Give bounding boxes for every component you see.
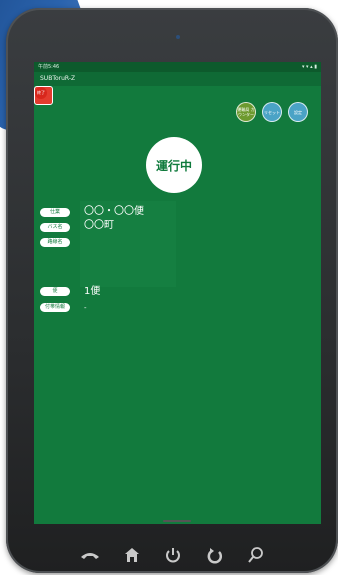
label-bus-name-text: バス名 xyxy=(47,224,63,230)
app-title-bar: SUBToruR-Z xyxy=(34,72,321,86)
status-bar-right: ▾ ▾ ▴ ▮ xyxy=(301,64,317,70)
end-button-inner: 終了 xyxy=(35,87,47,99)
label-route-name-text: 路線名 xyxy=(47,239,63,245)
status-bar-left: 午前5:46 xyxy=(38,64,60,70)
end-button-label: 終了 xyxy=(37,90,45,95)
value-extra: - xyxy=(84,304,87,312)
value-operation: 〇〇・〇〇便 xyxy=(84,206,144,217)
back-icon[interactable] xyxy=(203,545,227,565)
value-trip: 1便 xyxy=(84,286,101,297)
label-extra: 付帯情報 xyxy=(40,303,70,312)
contact-button-label: 運輸局 カウンター xyxy=(237,107,255,117)
status-label: 運行中 xyxy=(155,158,192,173)
contact-button[interactable]: 運輸局 カウンター xyxy=(236,102,256,122)
hardware-nav-bar xyxy=(78,544,268,566)
app-screen: 午前5:46 ▾ ▾ ▴ ▮ SUBToruR-Z 終了 運輸局 カウンター リ… xyxy=(34,62,321,524)
end-button[interactable]: 終了 xyxy=(34,86,53,105)
label-operation-text: 仕業 xyxy=(49,209,60,215)
label-trip: 便 xyxy=(40,287,70,296)
status-bar: 午前5:46 ▾ ▾ ▴ ▮ xyxy=(34,62,321,72)
reset-button-label: リセット xyxy=(264,109,280,115)
reset-button[interactable]: リセット xyxy=(262,102,282,122)
settings-button-label: 設定 xyxy=(294,109,302,115)
camera-icon xyxy=(176,35,180,39)
settings-button[interactable]: 設定 xyxy=(288,102,308,122)
label-extra-text: 付帯情報 xyxy=(44,304,65,310)
phone-icon[interactable] xyxy=(78,545,102,565)
value-bus-name: 〇〇町 xyxy=(84,220,114,231)
app-title: SUBToruR-Z xyxy=(40,75,76,82)
status-indicator: 運行中 xyxy=(146,137,202,193)
power-icon[interactable] xyxy=(161,545,185,565)
label-bus-name: バス名 xyxy=(40,223,70,232)
label-trip-text: 便 xyxy=(52,288,58,294)
home-icon[interactable] xyxy=(120,545,144,565)
label-operation: 仕業 xyxy=(40,208,70,217)
home-indicator xyxy=(163,520,191,522)
search-icon[interactable] xyxy=(244,545,268,565)
label-route-name: 路線名 xyxy=(40,238,70,247)
